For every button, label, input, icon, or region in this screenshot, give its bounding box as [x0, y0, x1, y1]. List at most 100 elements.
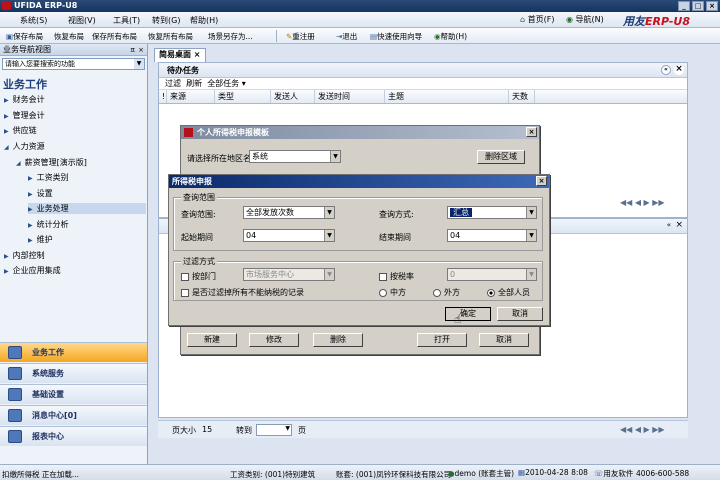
restore-all-layout-button[interactable]: 恢复所有布局 — [148, 31, 193, 42]
tree-item-supply-chain[interactable]: ▶ 供应链 — [4, 125, 37, 136]
by-dept-checkbox[interactable]: 按部门 — [181, 271, 216, 282]
col-send-time[interactable]: 发送时间 — [315, 90, 385, 103]
tree-item-internal-control[interactable]: ▶ 内部控制 — [4, 250, 45, 261]
menu-system[interactable]: 系统(S) — [20, 15, 47, 26]
chevron-down-icon: ▼ — [330, 151, 340, 162]
new-button[interactable]: 新建 — [187, 333, 237, 347]
all-tasks-dropdown[interactable]: 全部任务 ▾ — [207, 79, 246, 88]
end-period-select[interactable]: 04 ▼ — [447, 229, 537, 242]
dept-select[interactable]: 市场服务中心 ▼ — [243, 268, 335, 281]
tax-template-title-bar: 个人所得税申报模板 × — [181, 126, 539, 139]
collapse-icon: ◢ — [16, 160, 21, 167]
col-type[interactable]: 类型 — [215, 90, 271, 103]
tree-item-maintenance[interactable]: ▶ 维护 — [28, 234, 53, 245]
refresh-link[interactable]: 刷新 — [186, 79, 202, 88]
nav-search-input[interactable]: 请输入您要搜索的功能 ▼ — [2, 58, 145, 70]
expand-icon: ▶ — [28, 222, 33, 229]
tree-item-enterprise-integration[interactable]: ▶ 企业应用集成 — [4, 265, 61, 276]
close-tab-icon[interactable]: × — [194, 50, 201, 59]
re-register-button[interactable]: ✎重注册 — [286, 31, 315, 42]
save-layout-button[interactable]: ▣保存布局 — [6, 31, 43, 42]
pager-nav[interactable]: ◀◀ ◀ ▶ ▶▶ — [620, 425, 665, 434]
minimize-icon[interactable]: _ — [678, 1, 690, 11]
status-category: 工资类别: (001)特别建筑 — [230, 470, 316, 479]
tree-item-finance[interactable]: ▶ 财务会计 — [4, 94, 45, 105]
open-button[interactable]: 打开 — [417, 333, 467, 347]
help-button[interactable]: ◉帮助(H) — [434, 31, 467, 42]
exit-button[interactable]: ⇥退出 — [336, 31, 357, 42]
tree-item-mgmt-accounting[interactable]: ▶ 管理会计 — [4, 110, 45, 121]
chevron-down-icon[interactable]: ▼ — [134, 59, 144, 69]
app-logo-icon — [184, 128, 193, 137]
col-sender[interactable]: 发送人 — [271, 90, 315, 103]
close-icon[interactable]: × — [526, 127, 537, 137]
delete-button[interactable]: 删除 — [313, 333, 363, 347]
template-cancel-button[interactable]: 取消 — [479, 333, 529, 347]
modify-button[interactable]: 修改 — [249, 333, 299, 347]
save-scene-as-button[interactable]: 场景另存为... — [208, 31, 253, 42]
query-scope-select[interactable]: 全部发放次数 ▼ — [243, 206, 335, 219]
radio-foreign[interactable]: 外方 — [433, 287, 460, 298]
pin-icon[interactable]: ㅍ × — [129, 44, 144, 56]
home-icon: ⌂ — [520, 15, 526, 24]
home-link[interactable]: ⌂ 首页(F) — [520, 14, 554, 25]
col-days[interactable]: 天数 — [509, 90, 535, 103]
chevron-down-icon: ▼ — [324, 207, 334, 218]
filter-link[interactable]: 过滤 — [165, 79, 181, 88]
nav-link[interactable]: ◉ 导航(N) — [566, 14, 604, 25]
radio-chinese[interactable]: 中方 — [379, 287, 406, 298]
menu-help[interactable]: 帮助(H) — [190, 15, 218, 26]
col-subject[interactable]: 主题 — [385, 90, 509, 103]
quick-wizard-button[interactable]: ▤快速使用向导 — [370, 31, 422, 42]
collapse-panel-icon-2[interactable]: « — [667, 221, 671, 229]
maximize-icon[interactable]: □ — [692, 1, 704, 11]
start-period-select[interactable]: 04 ▼ — [243, 229, 335, 242]
status-bar: 扣缴所得税 正在加载... 工资类别: (001)特别建筑 账套: (001)凤… — [0, 464, 720, 480]
menu-tools[interactable]: 工具(T) — [113, 15, 140, 26]
query-method-select[interactable]: 汇总 ▼ — [447, 206, 537, 219]
page-size-value[interactable]: 15 — [202, 425, 212, 434]
message-icon — [8, 409, 22, 422]
rate-select[interactable]: 0 ▼ — [447, 268, 537, 281]
menu-goto[interactable]: 转到(G) — [152, 15, 180, 26]
close-panel-icon[interactable]: × — [674, 65, 684, 75]
close-icon[interactable]: × — [536, 176, 547, 186]
tree-item-business[interactable]: ▶ 业务处理 — [28, 203, 146, 214]
tab-simple-desktop[interactable]: 简易桌面 × — [154, 48, 206, 62]
restore-layout-button[interactable]: 恢复布局 — [54, 31, 84, 42]
cancel-button[interactable]: 取消 — [497, 307, 543, 321]
col-source[interactable]: 来源 — [167, 90, 215, 103]
goto-page-input[interactable]: ▼ — [256, 424, 292, 436]
delete-region-button[interactable]: 删除区域 — [477, 150, 525, 164]
tax-report-title-bar: 所得税申报 × — [169, 175, 549, 188]
tree-item-wage-category[interactable]: ▶ 工资类别 — [28, 172, 69, 183]
expand-icon: ▶ — [28, 206, 33, 213]
status-message: 扣缴所得税 正在加载... — [2, 470, 80, 479]
region-select[interactable]: 系统 ▼ — [249, 150, 341, 163]
nav-system-service-button[interactable]: 系统服务 — [0, 363, 147, 383]
radio-all-staff[interactable]: 全部人员 — [487, 287, 530, 298]
close-panel-icon-2[interactable]: × — [675, 220, 683, 230]
filter-untaxable-checkbox[interactable]: 是否过滤掉所有不能纳税的记录 — [181, 287, 304, 298]
collapse-icon: ◢ — [4, 144, 9, 151]
tree-item-payroll[interactable]: ◢ 薪资管理[演示版] — [16, 157, 87, 168]
chevron-down-icon: ▼ — [324, 269, 334, 280]
nav-message-center-button[interactable]: 消息中心[0] — [0, 405, 147, 425]
menu-view[interactable]: 视图(V) — [68, 15, 96, 26]
close-icon[interactable]: × — [706, 1, 718, 11]
collapse-panel-icon[interactable]: « — [661, 65, 671, 75]
nav-business-work-button[interactable]: 业务工作 — [0, 342, 147, 362]
tree-item-settings[interactable]: ▶ 设置 — [28, 188, 53, 199]
by-rate-checkbox[interactable]: 按税率 — [379, 271, 414, 282]
ok-button[interactable]: 确定 — [445, 307, 491, 321]
business-icon — [8, 346, 22, 359]
compass-icon: ◉ — [566, 15, 573, 24]
navigation-panel: 业务导航视图 ㅍ × 请输入您要搜索的功能 ▼ 业务工作 ▶ 财务会计 ▶ 管理会计… — [0, 44, 148, 464]
panel-page-nav[interactable]: ◀◀ ◀ ▶ ▶▶ — [620, 198, 665, 207]
nav-basic-settings-button[interactable]: 基础设置 — [0, 384, 147, 404]
tree-item-statistics[interactable]: ▶ 统计分析 — [28, 219, 69, 230]
tree-item-hr[interactable]: ◢ 人力资源 — [4, 141, 45, 152]
save-all-layout-button[interactable]: 保存所有布局 — [92, 31, 137, 42]
nav-report-center-button[interactable]: 报表中心 — [0, 426, 147, 446]
expand-icon: ▶ — [4, 97, 9, 104]
